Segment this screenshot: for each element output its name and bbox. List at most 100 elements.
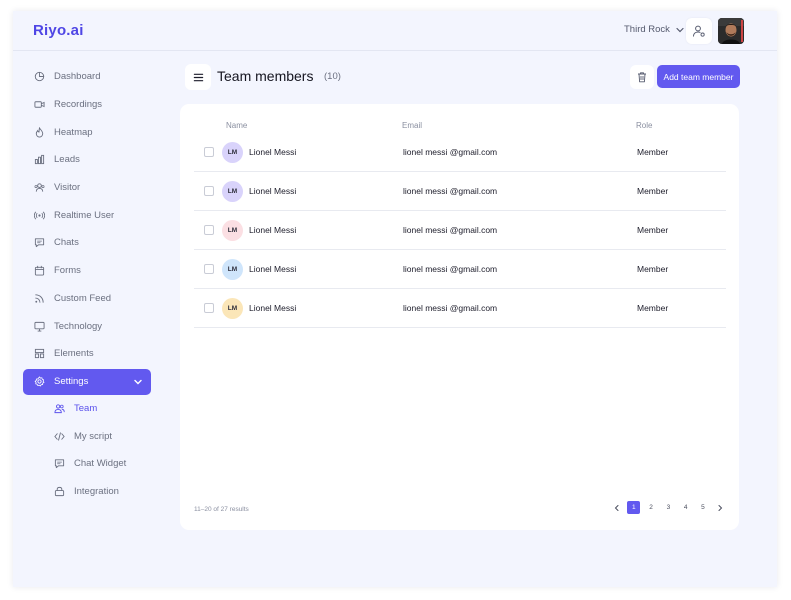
sidebar-subitem-integration[interactable]: Integration — [23, 478, 151, 506]
member-email: lionel messi @gmail.com — [403, 264, 498, 274]
chevron-down-icon — [676, 27, 684, 32]
member-email: lionel messi @gmail.com — [403, 225, 498, 235]
sidebar-item-label: Visitor — [54, 182, 81, 194]
sidebar-item-chats[interactable]: Chats — [23, 229, 151, 257]
prev-page-button[interactable] — [610, 501, 623, 514]
page-button-1[interactable]: 1 — [627, 501, 641, 514]
avatar: LM — [222, 220, 243, 241]
row-checkbox[interactable] — [204, 225, 214, 235]
table-row[interactable]: LM Lionel Messi lionel messi @gmail.com … — [194, 289, 726, 328]
team-icon — [54, 403, 65, 414]
page-button-4[interactable]: 4 — [679, 501, 692, 514]
sidebar-item-label: Dashboard — [54, 71, 101, 83]
column-header-email[interactable]: Email — [402, 121, 422, 130]
chevron-down-icon — [134, 379, 142, 385]
member-name: Lionel Messi — [249, 303, 297, 313]
layout-icon — [34, 348, 45, 359]
avatar: LM — [222, 142, 243, 163]
menu-toggle-button[interactable] — [185, 64, 211, 90]
page-button-5[interactable]: 5 — [696, 501, 709, 514]
avatar: LM — [222, 298, 243, 319]
code-icon — [54, 431, 65, 442]
member-name: Lionel Messi — [249, 186, 297, 196]
sidebar-item-heatmap[interactable]: Heatmap — [23, 118, 151, 146]
sidebar-item-realtime-user[interactable]: Realtime User — [23, 201, 151, 229]
row-checkbox[interactable] — [204, 186, 214, 196]
fire-icon — [34, 126, 45, 138]
member-email: lionel messi @gmail.com — [403, 303, 498, 313]
table-row[interactable]: LM Lionel Messi lionel messi @gmail.com … — [194, 211, 726, 250]
member-role: Member — [637, 147, 669, 157]
next-page-button[interactable] — [714, 501, 727, 514]
sidebar-item-label: Team — [74, 402, 98, 414]
table-row[interactable]: LM Lionel Messi lionel messi @gmail.com … — [194, 172, 726, 211]
sidebar: Dashboard Recordings Heatmap Leads Visit… — [23, 63, 151, 505]
sidebar-item-elements[interactable]: Elements — [23, 340, 151, 368]
sidebar-item-label: Chat Widget — [74, 458, 127, 470]
member-name: Lionel Messi — [249, 147, 297, 157]
profile-avatar[interactable] — [718, 18, 744, 44]
sidebar-item-label: Technology — [54, 320, 103, 332]
sidebar-item-label: Custom Feed — [54, 292, 112, 304]
bar-chart-icon — [34, 154, 45, 165]
pagination: 1 2 3 4 5 — [610, 501, 731, 514]
calendar-icon — [34, 265, 45, 276]
workspace-dropdown[interactable]: Third Rock — [624, 24, 685, 35]
broadcast-icon — [34, 210, 45, 221]
table-row[interactable]: LM Lionel Messi lionel messi @gmail.com … — [194, 250, 726, 289]
user-gear-icon — [693, 25, 705, 37]
avatar: LM — [222, 259, 243, 280]
page-button-3[interactable]: 3 — [662, 501, 675, 514]
sidebar-item-settings[interactable]: Settings — [23, 368, 151, 395]
sidebar-item-custom-feed[interactable]: Custom Feed — [23, 285, 151, 313]
sidebar-item-label: Realtime User — [54, 209, 115, 221]
sidebar-item-forms[interactable]: Forms — [23, 257, 151, 285]
delete-button[interactable] — [630, 65, 654, 89]
member-role: Member — [637, 303, 669, 313]
chat-widget-icon — [54, 458, 65, 469]
sidebar-subitem-my-script[interactable]: My script — [23, 422, 151, 450]
member-count: (10) — [324, 71, 341, 82]
sidebar-item-label: Forms — [54, 265, 81, 277]
sidebar-subitem-chat-widget[interactable]: Chat Widget — [23, 450, 151, 478]
row-checkbox[interactable] — [204, 147, 214, 157]
row-checkbox[interactable] — [204, 303, 214, 313]
sidebar-subitem-team[interactable]: Team — [23, 395, 151, 423]
workspace-label: Third Rock — [624, 24, 670, 35]
top-bar: Riyo.ai Third Rock — [13, 11, 777, 51]
user-settings-button[interactable] — [686, 18, 712, 44]
table-row[interactable]: LM Lionel Messi lionel messi @gmail.com … — [194, 133, 726, 172]
add-team-member-button[interactable]: Add team member — [657, 65, 740, 88]
row-checkbox[interactable] — [204, 264, 214, 274]
gear-icon — [34, 376, 45, 387]
column-header-name[interactable]: Name — [226, 121, 247, 130]
sidebar-item-visitor[interactable]: Visitor — [23, 174, 151, 202]
sidebar-item-label: Leads — [54, 154, 80, 166]
sidebar-item-label: My script — [74, 430, 112, 442]
sidebar-item-label: Recordings — [54, 99, 103, 111]
page-button-2[interactable]: 2 — [645, 501, 658, 514]
team-table-card: Name Email Role LM Lionel Messi lionel m… — [180, 104, 739, 530]
app-frame: Riyo.ai Third Rock Dashboard Recordings … — [13, 11, 777, 587]
profile-photo — [718, 18, 744, 44]
app-logo[interactable]: Riyo.ai — [33, 22, 84, 39]
member-role: Member — [637, 225, 669, 235]
chevron-right-icon — [718, 504, 723, 511]
sidebar-item-label: Settings — [54, 376, 89, 388]
hamburger-icon — [193, 73, 203, 81]
sidebar-item-leads[interactable]: Leads — [23, 146, 151, 174]
sidebar-item-dashboard[interactable]: Dashboard — [23, 63, 151, 91]
column-header-role[interactable]: Role — [636, 121, 652, 130]
monitor-icon — [34, 321, 45, 332]
sidebar-item-recordings[interactable]: Recordings — [23, 91, 151, 119]
member-role: Member — [637, 264, 669, 274]
sidebar-item-technology[interactable]: Technology — [23, 312, 151, 340]
trash-icon — [638, 72, 646, 83]
member-role: Member — [637, 186, 669, 196]
sidebar-item-label: Integration — [74, 485, 119, 497]
avatar: LM — [222, 181, 243, 202]
chevron-left-icon — [614, 504, 618, 511]
member-email: lionel messi @gmail.com — [403, 186, 498, 196]
sidebar-item-label: Heatmap — [54, 126, 93, 138]
pie-chart-icon — [34, 71, 45, 82]
